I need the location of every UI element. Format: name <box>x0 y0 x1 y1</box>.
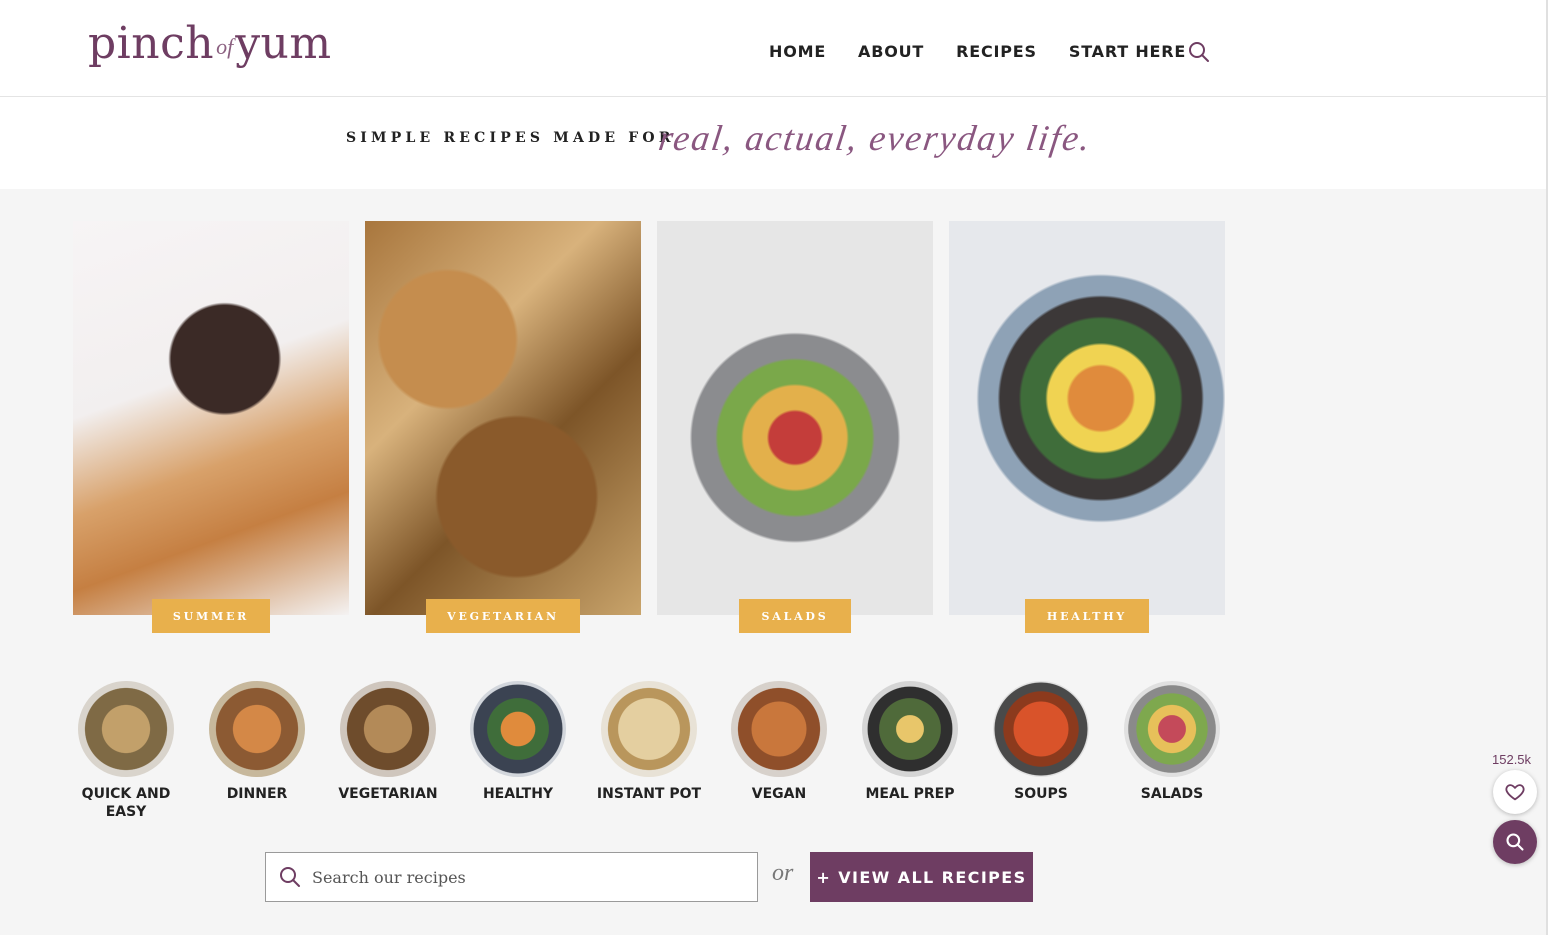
category-photo <box>470 681 566 777</box>
category-photo <box>993 681 1089 777</box>
pizza-photo <box>365 221 641 615</box>
nav-home[interactable]: HOME <box>769 42 826 61</box>
favorites-count: 152.5k <box>1492 752 1532 767</box>
category-photo <box>731 681 827 777</box>
feature-card-healthy[interactable] <box>949 221 1225 615</box>
logo-word-of: of <box>216 34 234 59</box>
category-label: SALADS <box>1140 786 1204 802</box>
category-photo <box>601 681 697 777</box>
search-icon <box>1506 833 1524 851</box>
logo-word-pinch: pinch <box>88 18 215 69</box>
feature-card-summer[interactable] <box>73 221 349 615</box>
category-photo <box>340 681 436 777</box>
badge-salads[interactable]: SALADS <box>739 599 851 633</box>
heart-icon <box>1505 784 1525 801</box>
view-all-recipes-button[interactable]: + VIEW ALL RECIPES <box>810 852 1033 902</box>
recipe-search-input[interactable] <box>312 867 732 887</box>
category-label: VEGETARIAN <box>338 786 438 802</box>
feature-card-vegetarian[interactable] <box>365 221 641 615</box>
recipe-search-box <box>265 852 758 902</box>
category-label: VEGAN <box>751 786 807 802</box>
nav-start-here[interactable]: START HERE <box>1069 42 1186 61</box>
category-healthy[interactable]: HEALTHY <box>453 681 583 803</box>
category-vegetarian[interactable]: VEGETARIAN <box>323 681 453 803</box>
search-icon[interactable] <box>1187 40 1211 64</box>
category-label: SOUPS <box>1014 786 1068 802</box>
nav-recipes[interactable]: RECIPES <box>956 42 1037 61</box>
category-quick-and-easy[interactable]: QUICK AND EASY <box>61 681 191 821</box>
favorites-button[interactable] <box>1493 770 1537 814</box>
tagline-script: real, actual, everyday life. <box>656 118 1095 158</box>
floating-search-button[interactable] <box>1493 820 1537 864</box>
badge-healthy[interactable]: HEALTHY <box>1025 599 1149 633</box>
search-icon <box>280 867 300 887</box>
category-salads[interactable]: SALADS <box>1107 681 1237 803</box>
salad-bowl-photo <box>657 221 933 615</box>
feature-card-salads[interactable] <box>657 221 933 615</box>
category-photo <box>1124 681 1220 777</box>
or-divider-text: or <box>772 860 794 886</box>
chocolate-bar-photo <box>73 221 349 615</box>
grain-bowl-photo <box>949 221 1225 615</box>
category-photo <box>209 681 305 777</box>
category-label: QUICK AND EASY <box>81 786 171 820</box>
category-vegan[interactable]: VEGAN <box>714 681 844 803</box>
main-nav: HOME ABOUT RECIPES START HERE <box>769 42 1186 61</box>
category-label: INSTANT POT <box>596 786 702 802</box>
category-label: MEAL PREP <box>865 786 955 802</box>
site-header: pinch of yum HOME ABOUT RECIPES START HE… <box>0 0 1548 97</box>
site-logo[interactable]: pinch of yum <box>88 14 332 74</box>
category-label: HEALTHY <box>482 786 554 802</box>
category-label: DINNER <box>226 786 288 802</box>
badge-summer[interactable]: SUMMER <box>152 599 270 633</box>
logo-word-yum: yum <box>235 18 332 69</box>
category-dinner[interactable]: DINNER <box>192 681 322 803</box>
category-meal-prep[interactable]: MEAL PREP <box>845 681 975 803</box>
tagline-band: SIMPLE RECIPES MADE FOR real, actual, ev… <box>0 97 1548 189</box>
badge-vegetarian[interactable]: VEGETARIAN <box>426 599 580 633</box>
tagline-text: SIMPLE RECIPES MADE FOR <box>346 130 675 146</box>
category-soups[interactable]: SOUPS <box>976 681 1106 803</box>
category-photo <box>862 681 958 777</box>
category-instant-pot[interactable]: INSTANT POT <box>584 681 714 803</box>
category-photo <box>78 681 174 777</box>
nav-about[interactable]: ABOUT <box>858 42 924 61</box>
